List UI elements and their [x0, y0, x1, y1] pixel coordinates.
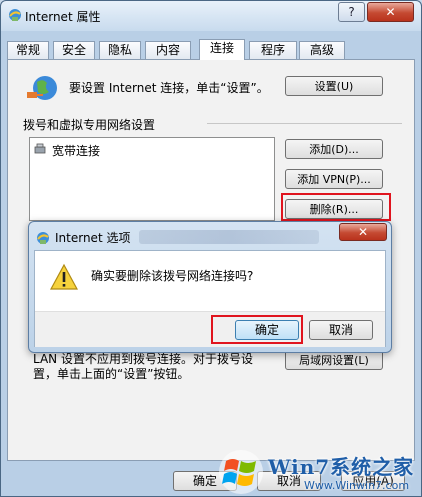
dialog-body: 确实要删除该拨号网络连接吗? 确定 取消	[34, 250, 386, 347]
highlight-ok	[211, 315, 303, 344]
section-divider	[207, 123, 402, 124]
tab-programs[interactable]: 程序	[249, 41, 297, 59]
list-item-label: 宽带连接	[52, 144, 101, 158]
tab-connections[interactable]: 连接	[199, 39, 245, 60]
blurred-title-area	[139, 230, 319, 244]
globe-network-icon	[27, 76, 57, 100]
title-bar: Internet 属性 ? ✕	[1, 1, 421, 31]
dialup-section-label: 拨号和虚拟专用网络设置	[23, 118, 156, 132]
window-title: Internet 属性	[25, 10, 101, 24]
warning-icon	[49, 263, 79, 290]
setup-button[interactable]: 设置(U)	[285, 76, 383, 96]
tab-advanced[interactable]: 高级	[299, 41, 345, 59]
highlight-delete	[281, 193, 391, 221]
internet-explorer-icon	[9, 9, 21, 21]
dialog-title: Internet 选项	[55, 231, 131, 245]
dialog-message: 确实要删除该拨号网络连接吗?	[91, 269, 254, 283]
windows-logo-icon	[219, 450, 263, 494]
tab-general[interactable]: 常规	[7, 41, 49, 59]
dialog-footer: 确定 取消	[35, 311, 385, 347]
lan-description: LAN 设置不应用到拨号连接。对于拨号设置，单击上面的“设置”按钮。	[33, 352, 253, 381]
add-button[interactable]: 添加(D)...	[285, 139, 383, 159]
watermark-url: Www.Winwin7.com	[304, 479, 410, 492]
internet-explorer-icon	[37, 232, 49, 244]
help-button[interactable]: ?	[338, 2, 365, 22]
tab-privacy[interactable]: 隐私	[99, 41, 141, 59]
add-vpn-button[interactable]: 添加 VPN(P)...	[285, 169, 383, 189]
dialog-cancel-button[interactable]: 取消	[309, 320, 373, 340]
watermark-brand: Win7系统之家	[268, 455, 415, 479]
close-button[interactable]: ✕	[367, 2, 414, 22]
tab-content[interactable]: 内容	[145, 41, 191, 59]
confirm-dialog: Internet 选项 ✕ 确实要删除该拨号网络连接吗? 确定 取消	[28, 221, 392, 353]
watermark: Win7系统之家 Www.Winwin7.com	[216, 447, 422, 497]
dialog-close-button[interactable]: ✕	[339, 223, 387, 241]
tab-security[interactable]: 安全	[53, 41, 95, 59]
connection-list[interactable]: 宽带连接	[29, 137, 275, 221]
setup-description: 要设置 Internet 连接，单击“设置”。	[69, 81, 269, 95]
lan-settings-button[interactable]: 局域网设置(L)	[285, 350, 383, 370]
network-connection-icon	[34, 143, 46, 154]
